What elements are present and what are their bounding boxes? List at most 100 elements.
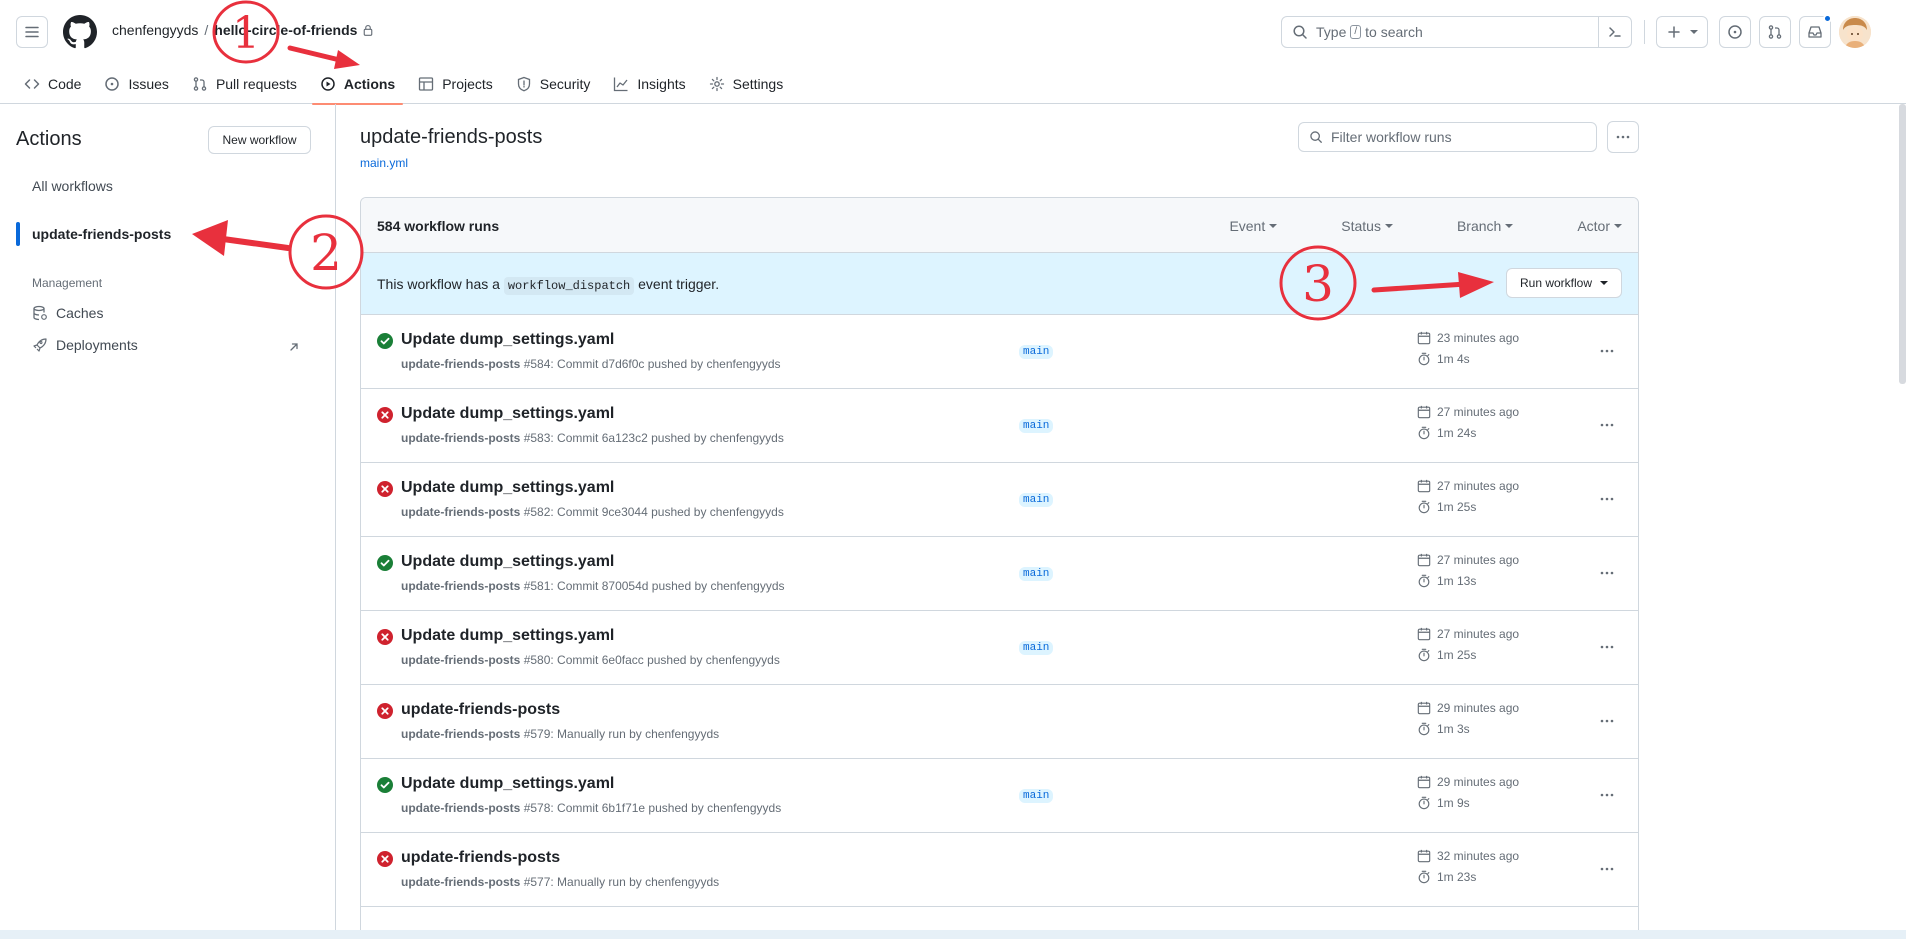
table-row[interactable]: Update dump_settings.yaml update-friends-… <box>361 537 1638 611</box>
run-meta: update-friends-posts #579: Manually run … <box>401 727 719 741</box>
run-options-button[interactable] <box>1591 705 1623 737</box>
create-new-button[interactable] <box>1656 16 1708 48</box>
shield-icon <box>517 76 530 92</box>
table-row[interactable]: Update dump_settings.yaml update-friends-… <box>361 463 1638 537</box>
github-logo-icon[interactable] <box>63 15 97 49</box>
plus-icon <box>1668 26 1680 38</box>
branch-label[interactable]: main <box>1019 419 1054 433</box>
run-options-button[interactable] <box>1591 557 1623 589</box>
run-options-button[interactable] <box>1591 335 1623 367</box>
x-circle-icon <box>377 407 393 423</box>
pull-requests-button[interactable] <box>1759 16 1791 48</box>
run-duration-label: 1m 3s <box>1437 722 1470 736</box>
sidebar-item-update-friends-posts[interactable]: update-friends-posts <box>32 226 171 242</box>
run-title-link[interactable]: Update dump_settings.yaml <box>401 627 614 645</box>
repo-nav: Code Issues Pull requests Actions Projec… <box>16 64 798 105</box>
tab-projects[interactable]: Projects <box>410 64 501 104</box>
branch-label[interactable]: main <box>1019 493 1054 507</box>
tab-insights[interactable]: Insights <box>605 64 693 104</box>
table-row[interactable]: Update dump_settings.yaml update-friends-… <box>361 759 1638 833</box>
branch-label[interactable]: main <box>1019 789 1054 803</box>
table-row[interactable]: Update dump_settings.yaml update-friends-… <box>361 389 1638 463</box>
sidebar-item-all-workflows[interactable]: All workflows <box>32 178 113 194</box>
database-icon <box>33 305 47 321</box>
run-title-link[interactable]: Update dump_settings.yaml <box>401 331 614 349</box>
tab-settings[interactable]: Settings <box>701 64 792 104</box>
stopwatch-icon <box>1418 870 1430 884</box>
run-workflow-button[interactable]: Run workflow <box>1506 268 1622 298</box>
branch-label[interactable]: main <box>1019 567 1054 581</box>
sidebar-item-caches[interactable]: Caches <box>32 305 103 321</box>
x-circle-icon <box>377 481 393 497</box>
run-time-label: 29 minutes ago <box>1437 775 1520 789</box>
sidebar-title: Actions <box>16 128 82 150</box>
run-details: #580: Commit 6e0facc pushed by chenfengy… <box>523 653 780 667</box>
run-title-link[interactable]: update-friends-posts <box>401 701 560 719</box>
calendar-icon <box>1417 331 1431 345</box>
inbox-icon <box>1808 26 1822 38</box>
table-row[interactable]: update-friends-posts update-friends-posts… <box>361 833 1638 907</box>
filter-workflow-runs-input[interactable]: Filter workflow runs <box>1298 122 1597 152</box>
chevron-down-icon <box>1269 224 1278 228</box>
filter-event[interactable]: Event <box>1197 218 1278 234</box>
gear-icon <box>709 76 724 92</box>
play-icon <box>321 77 335 91</box>
run-duration-label: 1m 9s <box>1437 796 1470 810</box>
calendar-icon <box>1417 479 1431 493</box>
new-workflow-button[interactable]: New workflow <box>208 126 311 154</box>
pull-request-icon <box>1768 25 1782 39</box>
avatar[interactable] <box>1839 16 1871 48</box>
tab-security[interactable]: Security <box>508 64 599 104</box>
run-options-button[interactable] <box>1591 483 1623 515</box>
run-options-button[interactable] <box>1591 631 1623 663</box>
workflow-options-button[interactable] <box>1607 121 1639 153</box>
run-workflow-name: update-friends-posts <box>401 727 521 741</box>
branch-label[interactable]: main <box>1019 641 1054 655</box>
command-palette-button[interactable] <box>1598 16 1631 48</box>
dispatch-text-pre: This workflow has a <box>377 276 500 292</box>
run-options-button[interactable] <box>1591 853 1623 885</box>
calendar-icon <box>1417 701 1431 715</box>
menu-button[interactable] <box>16 16 48 48</box>
lock-icon <box>362 24 374 36</box>
run-time: 27 minutes ago <box>1417 405 1519 419</box>
filter-status[interactable]: Status <box>1309 218 1393 234</box>
run-count: 584 workflow runs <box>377 218 500 234</box>
kebab-horizontal-icon <box>1616 135 1630 139</box>
run-options-button[interactable] <box>1591 409 1623 441</box>
run-title-link[interactable]: update-friends-posts <box>401 849 560 867</box>
chevron-down-icon <box>1384 224 1393 228</box>
filter-placeholder: Filter workflow runs <box>1331 129 1452 145</box>
run-duration-label: 1m 25s <box>1437 648 1477 662</box>
run-details: #584: Commit d7d6f0c pushed by chenfengy… <box>523 357 781 371</box>
run-title-link[interactable]: Update dump_settings.yaml <box>401 479 614 497</box>
filter-actor[interactable]: Actor <box>1545 218 1622 234</box>
workflow-file-link[interactable]: main.yml <box>360 156 408 170</box>
branch-label[interactable]: main <box>1019 345 1054 359</box>
issues-button[interactable] <box>1719 16 1751 48</box>
bottom-status-strip <box>0 930 1906 939</box>
annotation-3-label: 3 <box>1302 255 1334 313</box>
tab-code[interactable]: Code <box>16 64 89 104</box>
run-details: #582: Commit 9ce3044 pushed by chenfengy… <box>523 505 784 519</box>
filter-branch[interactable]: Branch <box>1425 218 1514 234</box>
run-duration: 1m 4s <box>1417 352 1470 366</box>
run-options-button[interactable] <box>1591 779 1623 811</box>
sidebar-section-management: Management <box>32 276 103 290</box>
run-title-link[interactable]: Update dump_settings.yaml <box>401 775 614 793</box>
page-scrollbar[interactable] <box>1899 104 1906 384</box>
run-title-link[interactable]: Update dump_settings.yaml <box>401 553 614 571</box>
run-duration-label: 1m 4s <box>1437 352 1470 366</box>
repo-owner-link[interactable]: chenfengyyds <box>112 22 198 38</box>
run-time-label: 32 minutes ago <box>1437 849 1520 863</box>
table-row[interactable]: update-friends-posts update-friends-posts… <box>361 685 1638 759</box>
run-status <box>377 555 393 571</box>
sidebar-item-label: Caches <box>56 305 104 321</box>
run-meta: update-friends-posts #580: Commit 6e0fac… <box>401 653 780 667</box>
table-row[interactable]: Update dump_settings.yaml update-friends-… <box>361 611 1638 685</box>
table-row[interactable]: Update dump_settings.yaml update-friends-… <box>361 315 1638 389</box>
tab-issues[interactable]: Issues <box>96 64 176 104</box>
sidebar-item-deployments[interactable]: Deployments <box>32 337 138 353</box>
run-title-link[interactable]: Update dump_settings.yaml <box>401 405 614 423</box>
search-input[interactable]: Type / to search <box>1281 16 1632 48</box>
